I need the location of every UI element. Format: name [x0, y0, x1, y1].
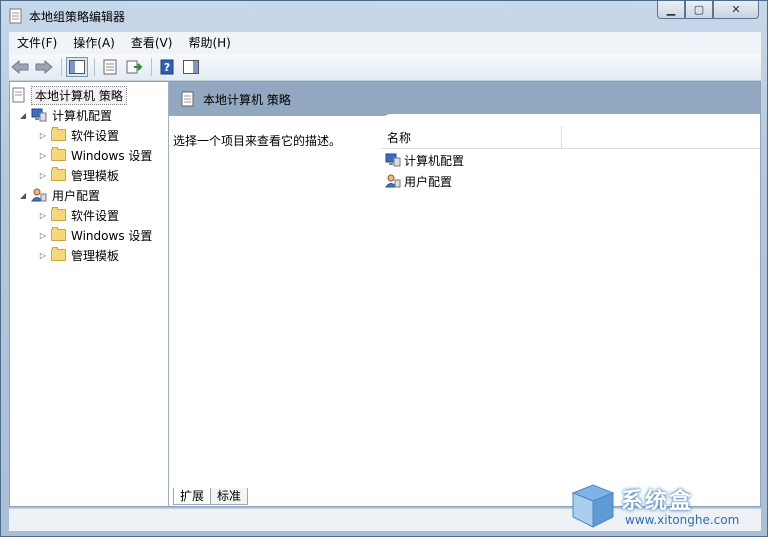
show-hide-action-pane-button[interactable]: [180, 57, 202, 77]
watermark-text: 系统盒: [621, 489, 694, 514]
help-button[interactable]: ?: [156, 57, 178, 77]
tree-item-label: 管理模板: [71, 168, 120, 183]
back-button[interactable]: [9, 57, 31, 77]
export-icon: [126, 60, 142, 74]
tab-standard[interactable]: 标准: [210, 488, 249, 505]
tree-item-user-software[interactable]: ▷ 软件设置: [38, 205, 119, 225]
folder-icon: [51, 167, 66, 181]
expand-triangle-icon[interactable]: ▷: [38, 171, 48, 180]
policy-document-icon: [9, 8, 22, 24]
tree-item-computer-config[interactable]: ◢ 计算机配置: [18, 105, 112, 125]
details-header: 本地计算机 策略: [169, 82, 760, 116]
properties-icon: [103, 59, 117, 75]
tree-item-user-admin[interactable]: ▷ 管理模板: [38, 245, 119, 265]
client-area: 本地计算机 策略 ◢ 计算机配置 ▷ 软件设置 ▷ Windows 设置 ▷ 管…: [9, 81, 761, 507]
tree-item-label: 软件设置: [71, 128, 120, 143]
window-title: 本地组策略编辑器: [29, 10, 126, 24]
properties-button[interactable]: [99, 57, 121, 77]
toolbar-separator: [61, 58, 62, 76]
expand-triangle-icon[interactable]: ▷: [38, 131, 48, 140]
expand-triangle-icon[interactable]: ▷: [38, 231, 48, 240]
menu-view[interactable]: 查看(V): [123, 32, 181, 54]
expand-triangle-icon[interactable]: ▷: [38, 151, 48, 160]
tree-item-computer-software[interactable]: ▷ 软件设置: [38, 125, 119, 145]
forward-arrow-icon: [35, 60, 53, 74]
caption-buttons: ▁ ▢ ✕: [657, 1, 759, 21]
menu-help[interactable]: 帮助(H): [180, 32, 238, 54]
window-frame: 本地组策略编辑器 ▁ ▢ ✕ 文件(F) 操作(A) 查看(V) 帮助(H) ?…: [0, 0, 768, 537]
column-header-name[interactable]: 名称: [381, 126, 760, 149]
tree-item-user-windows[interactable]: ▷ Windows 设置: [38, 225, 152, 245]
back-arrow-icon: [11, 60, 29, 74]
user-icon: [385, 174, 401, 188]
item-description: 选择一个项目来查看它的描述。: [173, 134, 342, 148]
close-icon: ✕: [731, 3, 741, 16]
tree-item-label: 计算机配置: [52, 108, 113, 123]
watermark-logo-icon: [571, 484, 615, 528]
console-tree: 本地计算机 策略 ◢ 计算机配置 ▷ 软件设置 ▷ Windows 设置 ▷ 管…: [10, 82, 169, 506]
toolbar-separator: [94, 58, 95, 76]
folder-icon: [51, 127, 66, 141]
watermark-url: www.xitonghe.com: [625, 513, 740, 527]
list-item-label: 计算机配置: [404, 153, 465, 168]
tree-item-label: 软件设置: [71, 208, 120, 223]
tree-item-computer-admin[interactable]: ▷ 管理模板: [38, 165, 119, 185]
folder-icon: [51, 227, 66, 241]
title-bar: 本地组策略编辑器 ▁ ▢ ✕: [1, 1, 767, 31]
tree-item-label: 本地计算机 策略: [31, 85, 127, 105]
menu-file[interactable]: 文件(F): [9, 32, 65, 54]
column-divider[interactable]: [561, 126, 562, 148]
folder-icon: [51, 207, 66, 221]
collapse-triangle-icon[interactable]: ◢: [18, 111, 28, 120]
tree-item-user-config[interactable]: ◢ 用户配置: [18, 185, 100, 205]
close-button[interactable]: ✕: [713, 1, 759, 19]
collapse-triangle-icon[interactable]: ◢: [18, 191, 28, 200]
view-tabs: 扩展 标准: [173, 488, 249, 506]
watermark: 系统盒 www.xitonghe.com: [569, 479, 759, 535]
tree-item-label: Windows 设置: [71, 228, 153, 243]
help-icon: ?: [160, 59, 174, 75]
computer-icon: [31, 108, 47, 122]
folder-icon: [51, 147, 66, 161]
expand-triangle-icon[interactable]: ▷: [38, 251, 48, 260]
tree-item-computer-windows[interactable]: ▷ Windows 设置: [38, 145, 152, 165]
maximize-icon: ▢: [693, 3, 705, 16]
tree-item-label: Windows 设置: [71, 148, 153, 163]
export-list-button[interactable]: [123, 57, 145, 77]
list-item-user-config[interactable]: 用户配置: [385, 171, 452, 191]
details-pane: 本地计算机 策略 选择一个项目来查看它的描述。 名称 计算机配置 用户配置 扩展…: [169, 82, 760, 506]
tree-item-label: 管理模板: [71, 248, 120, 263]
console-tree-icon: [69, 60, 85, 74]
minimize-icon: ▁: [666, 3, 676, 16]
show-hide-tree-button[interactable]: [66, 57, 88, 77]
details-title: 本地计算机 策略: [203, 92, 291, 107]
folder-icon: [51, 247, 66, 261]
list-item-label: 用户配置: [404, 174, 453, 189]
tree-item-root[interactable]: 本地计算机 策略: [12, 85, 127, 105]
forward-button[interactable]: [33, 57, 55, 77]
minimize-button[interactable]: ▁: [657, 1, 685, 19]
item-list: 名称 计算机配置 用户配置: [381, 114, 760, 484]
menu-action[interactable]: 操作(A): [65, 32, 123, 54]
tab-extended[interactable]: 扩展: [173, 488, 212, 505]
user-icon: [31, 188, 47, 202]
maximize-button[interactable]: ▢: [685, 1, 713, 19]
policy-document-icon: [12, 87, 25, 103]
column-header-label: 名称: [387, 131, 412, 145]
menu-bar: 文件(F) 操作(A) 查看(V) 帮助(H): [9, 32, 761, 54]
action-pane-icon: [183, 60, 199, 74]
toolbar: ?: [9, 54, 761, 81]
svg-text:?: ?: [164, 61, 170, 74]
toolbar-separator: [151, 58, 152, 76]
list-item-computer-config[interactable]: 计算机配置: [385, 150, 464, 170]
policy-document-icon: [181, 91, 194, 107]
tree-item-label: 用户配置: [52, 188, 101, 203]
computer-icon: [385, 153, 401, 167]
expand-triangle-icon[interactable]: ▷: [38, 211, 48, 220]
